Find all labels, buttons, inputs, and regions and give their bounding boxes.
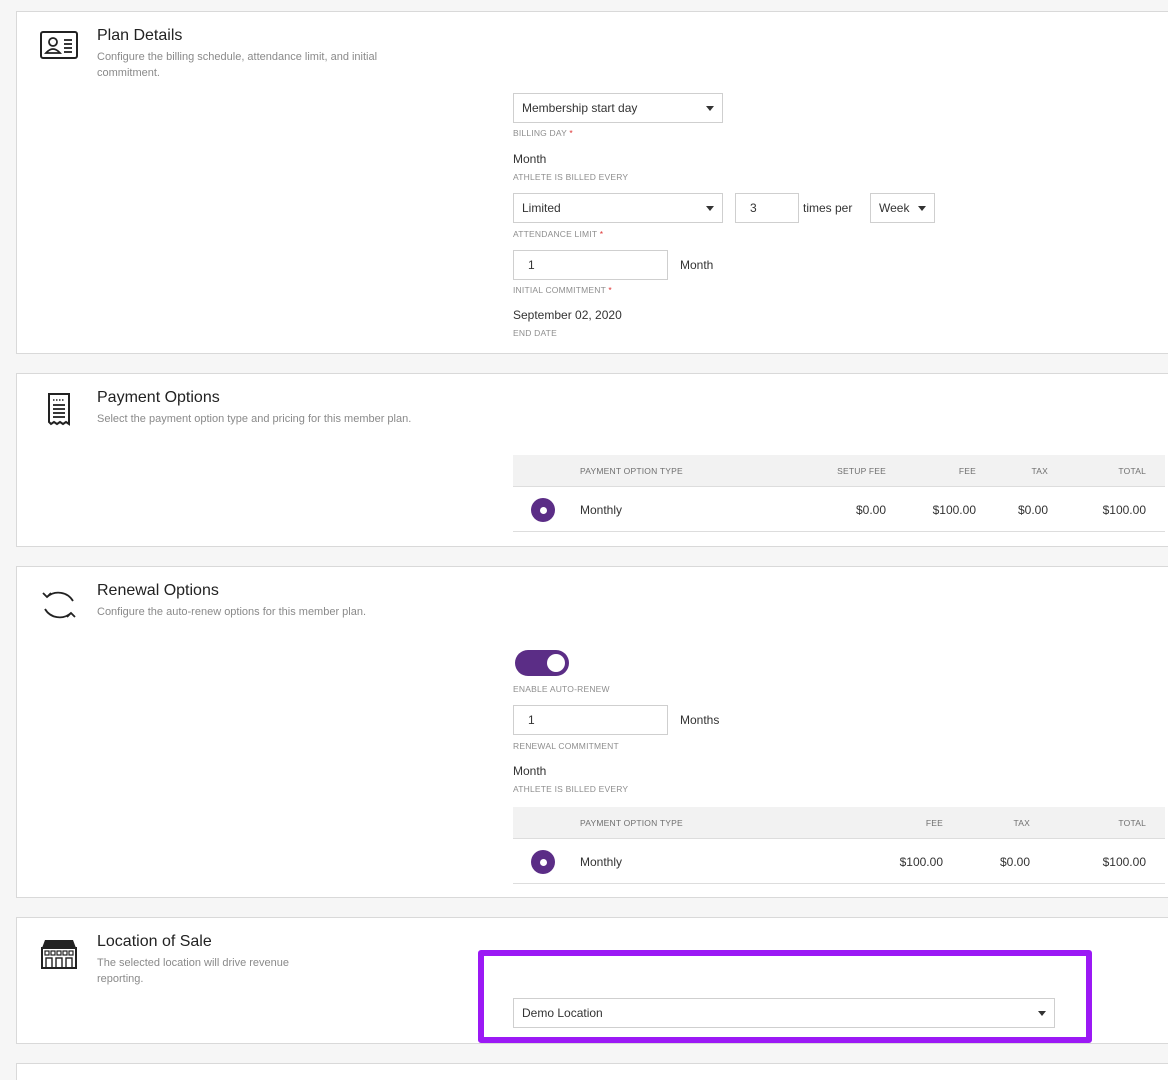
column-header-type: PAYMENT OPTION TYPE [580, 818, 683, 828]
initial-commitment-input[interactable]: 1 [513, 250, 668, 280]
chevron-down-icon [918, 205, 926, 211]
renewal-commitment-input[interactable]: 1 [513, 705, 668, 735]
billing-day-label: BILLING DAY * [513, 128, 573, 138]
location-of-sale-title: Location of Sale [97, 933, 212, 950]
column-header-fee: FEE [958, 466, 976, 476]
auto-renew-toggle[interactable] [515, 650, 569, 676]
renewal-option-fee: $100.00 [899, 855, 943, 869]
column-header-type: PAYMENT OPTION TYPE [580, 466, 683, 476]
payment-options-description: Select the payment option type and prici… [97, 413, 412, 425]
next-section-card [16, 1063, 1168, 1080]
auto-renew-label: ENABLE AUTO-RENEW [513, 684, 610, 694]
chevron-down-icon [706, 105, 714, 111]
renewal-commitment-label: RENEWAL COMMITMENT [513, 741, 619, 751]
payment-option-type: Monthly [580, 503, 623, 517]
table-header: PAYMENT OPTION TYPE SETUP FEE FEE TAX TO… [513, 455, 1165, 487]
attendance-limit-select[interactable]: Limited [513, 193, 723, 223]
renewal-options-title: Renewal Options [97, 582, 219, 599]
attendance-period-value: Week [879, 201, 910, 215]
payment-option-tax: $0.00 [1017, 503, 1048, 517]
chevron-down-icon [706, 205, 714, 211]
renewal-commitment-unit: Months [680, 713, 720, 727]
renewal-option-total: $100.00 [1102, 855, 1146, 869]
payment-option-fee: $100.00 [932, 503, 976, 517]
table-row[interactable]: Monthly $100.00 $0.00 $100.00 [513, 839, 1165, 884]
id-card-icon [37, 30, 81, 74]
billing-day-select[interactable]: Membership start day [513, 93, 723, 123]
renewal-option-tax: $0.00 [999, 855, 1030, 869]
column-header-total: TOTAL [1118, 818, 1146, 828]
plan-details-description: Configure the billing schedule, attendan… [97, 51, 378, 79]
renewal-payment-table: PAYMENT OPTION TYPE FEE TAX TOTAL Monthl… [513, 807, 1165, 885]
toggle-knob [547, 654, 565, 672]
highlight-box [478, 950, 1092, 1043]
renewal-options-description: Configure the auto-renew options for thi… [97, 606, 367, 618]
receipt-icon [37, 392, 81, 436]
billed-every-value: Month [513, 152, 547, 166]
initial-commitment-unit: Month [680, 258, 714, 272]
table-header: PAYMENT OPTION TYPE FEE TAX TOTAL [513, 807, 1165, 839]
payment-option-total: $100.00 [1102, 503, 1146, 517]
attendance-count-input[interactable]: 3 [735, 193, 799, 223]
column-header-setup-fee: SETUP FEE [837, 466, 886, 476]
renewal-billed-every-value: Month [513, 764, 547, 778]
attendance-limit-value: Limited [522, 201, 561, 215]
end-date-label: END DATE [513, 328, 557, 338]
payment-options-table: PAYMENT OPTION TYPE SETUP FEE FEE TAX TO… [513, 455, 1165, 533]
renewal-options-card: Renewal Options Configure the auto-renew… [16, 566, 1168, 898]
storefront-icon [37, 936, 81, 980]
renewal-option-radio[interactable] [531, 850, 555, 874]
attendance-limit-label: ATTENDANCE LIMIT * [513, 229, 604, 239]
refresh-cycle-icon [37, 585, 81, 629]
payment-options-title: Payment Options [97, 389, 220, 406]
initial-commitment-label: INITIAL COMMITMENT * [513, 285, 612, 295]
attendance-period-select[interactable]: Week [870, 193, 935, 223]
column-header-total: TOTAL [1118, 466, 1146, 476]
plan-details-title: Plan Details [97, 27, 183, 44]
column-header-fee: FEE [925, 818, 943, 828]
column-header-tax: TAX [1013, 818, 1030, 828]
renewal-option-type: Monthly [580, 855, 623, 869]
location-of-sale-description: The selected location will drive revenue… [97, 957, 289, 985]
column-header-tax: TAX [1031, 466, 1048, 476]
billed-every-label: ATHLETE IS BILLED EVERY [513, 172, 629, 182]
renewal-billed-every-label: ATHLETE IS BILLED EVERY [513, 784, 629, 794]
payment-option-setup-fee: $0.00 [855, 503, 886, 517]
end-date-value: September 02, 2020 [513, 308, 622, 322]
billing-day-value: Membership start day [522, 101, 638, 115]
payment-options-card: Payment Options Select the payment optio… [16, 373, 1168, 547]
table-row[interactable]: Monthly $0.00 $100.00 $0.00 $100.00 [513, 487, 1165, 532]
times-per-text: times per [803, 201, 853, 215]
payment-option-radio[interactable] [531, 498, 555, 522]
plan-details-card: Plan Details Configure the billing sched… [16, 11, 1168, 354]
